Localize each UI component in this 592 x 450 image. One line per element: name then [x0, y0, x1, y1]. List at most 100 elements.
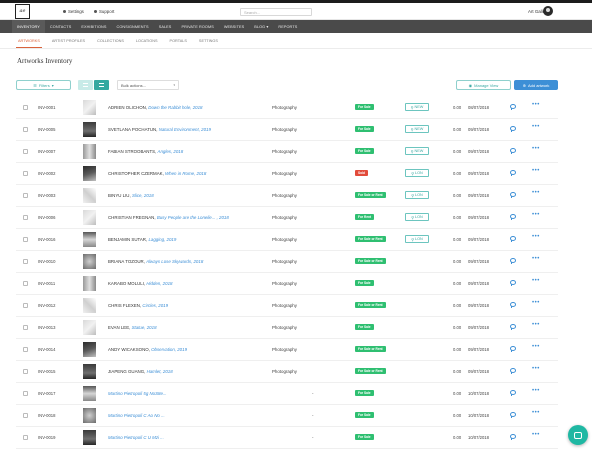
row-checkbox[interactable] — [23, 149, 28, 154]
comment-icon[interactable] — [510, 368, 516, 374]
table-row[interactable]: INV-0016 BENJAMIN SUTAR, Lagging, 2019 Pho… — [16, 229, 558, 251]
nav-exhibitions[interactable]: EXHIBITIONS — [76, 20, 111, 33]
artwork-title[interactable]: SVETLANA POCHATUN, Natural Environment, … — [108, 127, 211, 132]
location-tag[interactable]: ⚲ LON — [405, 191, 429, 199]
location-tag[interactable]: ⚲ LON — [405, 235, 429, 243]
more-options-icon[interactable]: ••• — [532, 190, 540, 196]
tab-portals[interactable]: PORTALS — [164, 33, 193, 48]
row-checkbox[interactable] — [23, 259, 28, 264]
work-title[interactable]: Lagging, 2019 — [148, 237, 176, 242]
artwork-title[interactable]: KARABO MOLULI, Hidden, 2018 — [108, 281, 172, 286]
table-row[interactable]: INV-0007 FABIAN STROOBANTS, Angles, 2018 P… — [16, 141, 558, 163]
nav-contacts[interactable]: CONTACTS — [45, 20, 76, 33]
more-options-icon[interactable]: ••• — [532, 300, 540, 306]
artwork-thumbnail[interactable] — [83, 254, 96, 269]
artwork-thumbnail[interactable] — [83, 276, 96, 291]
row-checkbox[interactable] — [23, 325, 28, 330]
list-view-button[interactable] — [78, 80, 93, 90]
work-title[interactable]: Down the Rabbit hole, 2018 — [148, 105, 202, 110]
comment-icon[interactable] — [510, 258, 516, 264]
location-tag[interactable]: ⚲ NEW — [405, 147, 429, 155]
location-tag[interactable]: ⚲ NEW — [405, 103, 429, 111]
grid-view-button[interactable] — [94, 80, 109, 90]
artwork-title[interactable]: FABIAN STROOBANTS, Angles, 2018 — [108, 149, 183, 154]
table-row[interactable]: INV-0011 KARABO MOLULI, Hidden, 2018 Photo… — [16, 273, 558, 295]
table-row[interactable]: INV-0001 ADRIEN OLICHON, Down the Rabbit … — [16, 97, 558, 119]
tab-artist-profiles[interactable]: ARTIST PROFILES — [46, 33, 91, 48]
table-row[interactable]: INV-0010 BRIANA TOZOUR, Always Lose Skywa… — [16, 251, 558, 273]
filters-button[interactable]: ☰ Filters ▾ — [16, 80, 71, 90]
work-title[interactable]: Slice, 2018 — [132, 193, 154, 198]
work-title[interactable]: Martino Pietropoli C U Mzi ... — [108, 435, 164, 440]
more-options-icon[interactable]: ••• — [532, 366, 540, 372]
artwork-title[interactable]: CHRIS FLEXEN, Circles, 2019 — [108, 303, 168, 308]
nav-consignments[interactable]: CONSIGNMENTS — [111, 20, 153, 33]
comment-icon[interactable] — [510, 214, 516, 220]
artwork-thumbnail[interactable] — [83, 100, 96, 115]
comment-icon[interactable] — [510, 346, 516, 352]
more-options-icon[interactable]: ••• — [532, 432, 540, 438]
table-row[interactable]: INV-0005 SVETLANA POCHATUN, Natural Envir… — [16, 119, 558, 141]
search-input[interactable]: Search... — [240, 8, 312, 16]
row-checkbox[interactable] — [23, 391, 28, 396]
artwork-thumbnail[interactable] — [83, 232, 96, 247]
row-checkbox[interactable] — [23, 127, 28, 132]
row-checkbox[interactable] — [23, 105, 28, 110]
more-options-icon[interactable]: ••• — [532, 344, 540, 350]
table-row[interactable]: INV-0002 CHRISTOPHER CZERMAK, When in Rom… — [16, 163, 558, 185]
work-title[interactable]: Hidden, 2018 — [146, 281, 172, 286]
more-options-icon[interactable]: ••• — [532, 102, 540, 108]
work-title[interactable]: Circles, 2019 — [142, 303, 168, 308]
comment-icon[interactable] — [510, 390, 516, 396]
settings-link[interactable]: Settings — [63, 9, 84, 14]
more-options-icon[interactable]: ••• — [532, 168, 540, 174]
comment-icon[interactable] — [510, 324, 516, 330]
support-link[interactable]: Support — [94, 9, 114, 14]
location-tag[interactable]: ⚲ LON — [405, 213, 429, 221]
row-checkbox[interactable] — [23, 215, 28, 220]
row-checkbox[interactable] — [23, 281, 28, 286]
artwork-title[interactable]: BENJAMIN SUTAR, Lagging, 2019 — [108, 237, 176, 242]
location-tag[interactable]: ⚲ LON — [405, 169, 429, 177]
artwork-thumbnail[interactable] — [83, 166, 96, 181]
more-options-icon[interactable]: ••• — [532, 124, 540, 130]
bulk-actions-select[interactable]: Bulk actions... ▾ — [117, 80, 179, 90]
row-checkbox[interactable] — [23, 237, 28, 242]
table-row[interactable]: INV-0019 Martino Pietropoli C U Mzi ... -… — [16, 427, 558, 449]
artwork-thumbnail[interactable] — [83, 188, 96, 203]
artwork-thumbnail[interactable] — [83, 430, 96, 445]
comment-icon[interactable] — [510, 412, 516, 418]
row-checkbox[interactable] — [23, 435, 28, 440]
nav-reports[interactable]: REPORTS — [273, 20, 302, 33]
comment-icon[interactable] — [510, 236, 516, 242]
tab-artworks[interactable]: ARTWORKS — [12, 33, 46, 48]
artwork-thumbnail[interactable] — [83, 320, 96, 335]
table-row[interactable]: INV-0018 Martino Pietropoli C Ao No ... -… — [16, 405, 558, 427]
row-checkbox[interactable] — [23, 171, 28, 176]
row-checkbox[interactable] — [23, 347, 28, 352]
artwork-title[interactable]: JIAPENG GUANG, Hamlet, 2018 — [108, 369, 173, 374]
table-row[interactable]: INV-0013 EVAN LEE, Statue, 2018 Photograph… — [16, 317, 558, 339]
artwork-title[interactable]: BINYU LIU, Slice, 2018 — [108, 193, 154, 198]
more-options-icon[interactable]: ••• — [532, 146, 540, 152]
artwork-title[interactable]: Martino Pietropoli C Ao No ... — [108, 413, 165, 418]
artwork-title[interactable]: EVAN LEE, Statue, 2018 — [108, 325, 157, 330]
comment-icon[interactable] — [510, 148, 516, 154]
row-checkbox[interactable] — [23, 193, 28, 198]
manage-view-button[interactable]: ◉ Manage View — [456, 80, 511, 90]
artwork-thumbnail[interactable] — [83, 122, 96, 137]
artwork-title[interactable]: ADRIEN OLICHON, Down the Rabbit hole, 20… — [108, 105, 202, 110]
work-title[interactable]: Observation, 2019 — [151, 347, 187, 352]
work-title[interactable]: Always Lose Skywards, 2018 — [146, 259, 203, 264]
comment-icon[interactable] — [510, 126, 516, 132]
comment-icon[interactable] — [510, 192, 516, 198]
row-checkbox[interactable] — [23, 303, 28, 308]
row-checkbox[interactable] — [23, 369, 28, 374]
location-tag[interactable]: ⚲ NEW — [405, 125, 429, 133]
nav-blog[interactable]: BLOG ▾ — [249, 20, 273, 33]
nav-sales[interactable]: SALES — [154, 20, 177, 33]
artwork-thumbnail[interactable] — [83, 210, 96, 225]
artwork-thumbnail[interactable] — [83, 408, 96, 423]
work-title[interactable]: Natural Environment, 2019 — [159, 127, 211, 132]
artwork-title[interactable]: CHRISTIAN FREGNAN, Busy People are the L… — [108, 215, 229, 220]
